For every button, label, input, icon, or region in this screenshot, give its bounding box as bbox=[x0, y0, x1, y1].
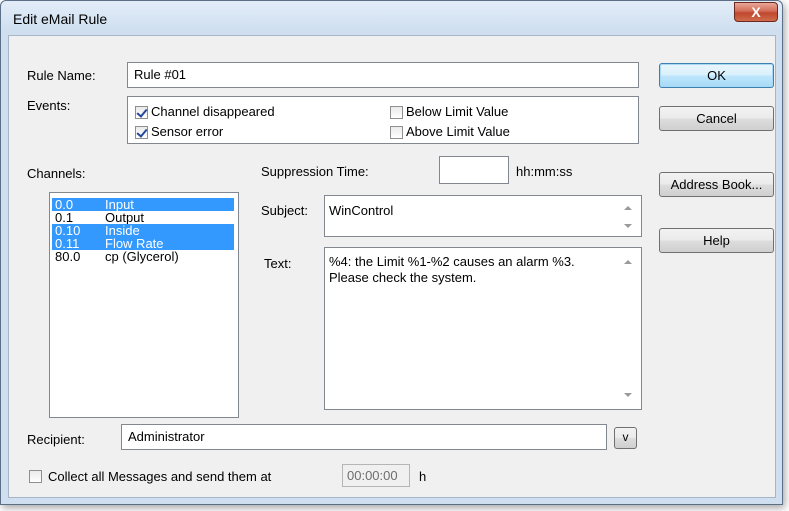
channel-number: 80.0 bbox=[55, 249, 81, 264]
edit-email-rule-dialog: Edit eMail Rule X Rule Name: Rule #01 Ev… bbox=[0, 0, 783, 505]
ok-button[interactable]: OK bbox=[659, 63, 774, 88]
message-text-area[interactable]: %4: the Limit %1-%2 causes an alarm %3. … bbox=[324, 247, 642, 410]
events-label: Events: bbox=[27, 98, 71, 113]
scroll-up-icon[interactable] bbox=[624, 260, 632, 264]
recipient-dropdown-button[interactable]: v bbox=[614, 427, 637, 449]
collect-messages-label: Collect all Messages and send them at bbox=[48, 469, 272, 484]
rule-name-label: Rule Name: bbox=[27, 68, 96, 83]
close-icon: X bbox=[751, 4, 761, 20]
suppression-time-unit: hh:mm:ss bbox=[516, 164, 573, 179]
scroll-up-icon[interactable] bbox=[624, 206, 632, 210]
close-button[interactable]: X bbox=[734, 2, 778, 22]
collect-time-unit: h bbox=[419, 469, 427, 484]
above-limit-checkbox[interactable] bbox=[390, 126, 403, 139]
subject-label: Subject: bbox=[261, 203, 308, 218]
cancel-button[interactable]: Cancel bbox=[659, 106, 774, 131]
below-limit-label: Below Limit Value bbox=[406, 104, 509, 119]
collect-time-input[interactable]: 00:00:00 bbox=[342, 464, 410, 487]
channel-disappeared-label: Channel disappeared bbox=[151, 104, 275, 119]
text-label: Text: bbox=[264, 256, 292, 271]
rule-name-value: Rule #01 bbox=[134, 67, 187, 82]
suppression-time-label: Suppression Time: bbox=[261, 164, 369, 179]
scroll-down-icon[interactable] bbox=[624, 393, 632, 397]
collect-time-value: 00:00:00 bbox=[347, 468, 398, 483]
recipient-label: Recipient: bbox=[27, 432, 85, 447]
above-limit-label: Above Limit Value bbox=[406, 124, 510, 139]
sensor-error-label: Sensor error bbox=[151, 124, 224, 139]
message-text-line: %4: the Limit %1-%2 causes an alarm %3. bbox=[329, 254, 575, 269]
channel-name: cp (Glycerol) bbox=[105, 249, 179, 264]
title-bar[interactable]: Edit eMail Rule X bbox=[1, 1, 782, 35]
subject-input[interactable]: WinControl bbox=[324, 195, 642, 237]
events-box: Channel disappeared Sensor error Below L… bbox=[127, 96, 639, 144]
channels-list[interactable]: 0.0 Input 0.1 Output 0.10 Inside 0.11 Fl… bbox=[49, 192, 239, 418]
dialog-client-area: Rule Name: Rule #01 Events: Channel disa… bbox=[8, 35, 776, 498]
below-limit-checkbox[interactable] bbox=[390, 106, 403, 119]
message-text-line: Please check the system. bbox=[329, 270, 477, 285]
help-button[interactable]: Help bbox=[659, 228, 774, 253]
rule-name-input[interactable]: Rule #01 bbox=[127, 62, 639, 88]
collect-messages-checkbox[interactable] bbox=[29, 470, 42, 483]
channel-disappeared-checkbox[interactable] bbox=[135, 106, 148, 119]
subject-value: WinControl bbox=[329, 203, 394, 218]
suppression-time-input[interactable] bbox=[439, 156, 509, 184]
channels-label: Channels: bbox=[27, 166, 86, 181]
window-title: Edit eMail Rule bbox=[13, 11, 108, 27]
chevron-down-icon: v bbox=[622, 430, 629, 444]
sensor-error-checkbox[interactable] bbox=[135, 126, 148, 139]
recipient-input[interactable]: Administrator bbox=[121, 424, 607, 450]
channel-item[interactable]: 80.0 cp (Glycerol) bbox=[52, 249, 234, 264]
recipient-value: Administrator bbox=[128, 429, 205, 444]
address-book-button[interactable]: Address Book... bbox=[659, 172, 774, 197]
scroll-down-icon[interactable] bbox=[624, 224, 632, 228]
